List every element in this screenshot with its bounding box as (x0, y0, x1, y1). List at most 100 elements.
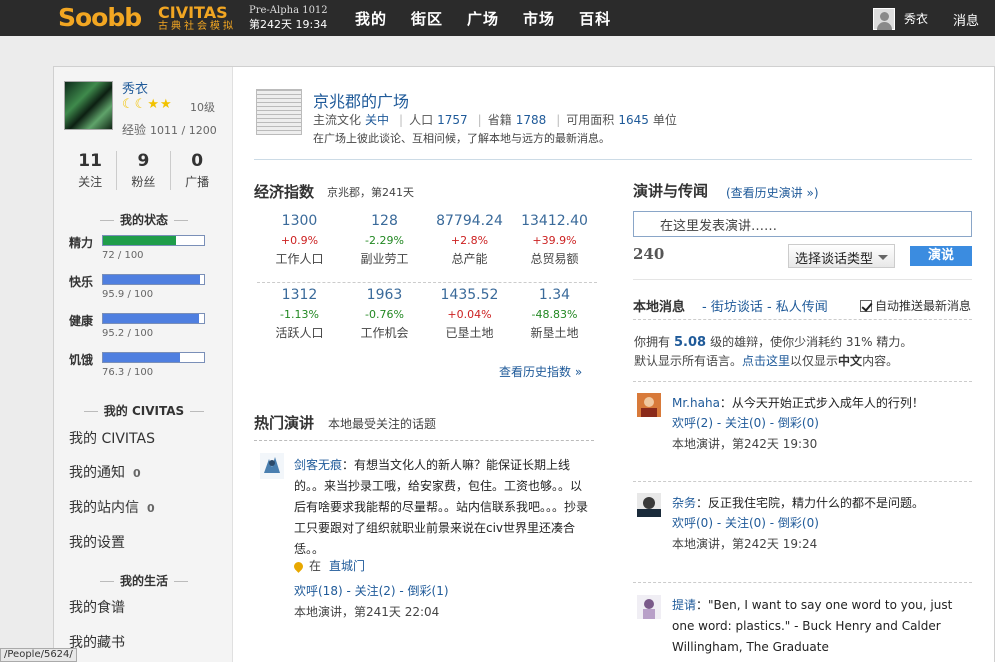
language-filter-link[interactable]: 点击这里 (742, 354, 790, 368)
speech-history-link[interactable]: (查看历史演讲 ») (726, 184, 819, 201)
menu-label: 我的站内信 (69, 500, 139, 516)
user-avatar[interactable] (637, 393, 661, 417)
culture-value[interactable]: 关中 (365, 113, 389, 127)
plaza-image (256, 89, 302, 135)
speech-meta: 本地演讲，第241天 22:04 (294, 605, 440, 619)
economy-title: 经济指数 (254, 183, 315, 201)
profile-level: 10级 (190, 101, 215, 114)
speech-type-select[interactable]: 选择谈话类型 (788, 244, 895, 268)
message-author[interactable]: 杂务 (672, 496, 696, 510)
message-author[interactable]: 提请 (672, 598, 696, 612)
eco-total-trade: 13412.40 +39.9% 总贸易额 (512, 213, 597, 267)
plaza-title: 京兆郡的广场 (313, 92, 410, 111)
civitas-section-title: 我的 CIVITAS (64, 402, 224, 419)
count-following[interactable]: 11 关注 (64, 151, 118, 190)
count-broadcasts[interactable]: 0 广播 (171, 151, 224, 190)
menu-books[interactable]: 我的藏书 (69, 632, 125, 652)
eloquence-info: 你拥有 5.08 级的雄辩，使你少消耗约 31% 精力。 (634, 333, 912, 350)
menu-settings[interactable]: 我的设置 (69, 532, 125, 552)
profile-exp: 经验 1011 / 1200 (122, 121, 217, 138)
list-item: Mr.haha：从今天开始正式步入成年人的行列！ 欢呼(2) - 关注(0) -… (637, 393, 972, 463)
nav-district[interactable]: 街区 (411, 8, 443, 29)
hot-speech-subtitle: 本地最受关注的话题 (328, 417, 437, 431)
stat-bar (102, 352, 205, 363)
speech-rumor-title: 演讲与传闻 (633, 182, 709, 200)
soobb-logo[interactable]: Soobb (58, 3, 142, 32)
checkbox-checked-icon[interactable] (860, 300, 872, 312)
local-news-tabs: - 街坊谈话 - 私人传闻 (702, 296, 828, 315)
message-body: ：从今天开始正式步入成年人的行列！ (719, 396, 924, 410)
nav-market[interactable]: 市场 (523, 8, 555, 29)
top-username[interactable]: 秀衣 (904, 10, 928, 27)
eco-number: 87794.24 (436, 213, 503, 229)
char-counter: 240 (633, 245, 665, 263)
autopush-toggle[interactable]: 自动推送最新消息 (860, 297, 971, 314)
civitas-logo[interactable]: CIVITAS 古典社会模拟 (158, 4, 236, 33)
location-pin-icon (292, 560, 305, 573)
lang-text: 默认显示所有语言。 (634, 354, 743, 368)
message-author[interactable]: Mr.haha (672, 396, 720, 410)
speech-input[interactable]: 在这里发表演讲…… (633, 211, 972, 237)
area-value[interactable]: 1645 (618, 113, 649, 127)
speech-actions[interactable]: 欢呼(18) - 关注(2) - 倒彩(1) (294, 582, 449, 599)
plaza-meta: 主流文化 关中 | 人口 1757 | 省籍 1788 | 可用面积 1645 单位 (313, 113, 677, 127)
registry-value[interactable]: 1788 (516, 113, 547, 127)
eco-name: 副业劳工 (360, 252, 409, 266)
user-avatar[interactable] (637, 595, 661, 619)
notification-count: 0 (133, 467, 141, 480)
count-number: 11 (78, 151, 102, 171)
eco-change: -2.29% (365, 234, 404, 247)
user-avatar-icon[interactable] (873, 8, 895, 30)
version-label: Pre-Alpha 1012 (249, 5, 328, 16)
lang-text: 内容。 (862, 354, 899, 368)
speaker-avatar[interactable] (260, 453, 284, 479)
count-followers[interactable]: 9 粉丝 (117, 151, 171, 190)
nav-plaza[interactable]: 广场 (467, 8, 499, 29)
messages-link[interactable]: 消息 (953, 10, 979, 29)
message-actions[interactable]: 欢呼(0) - 关注(0) - 倒彩(0) (672, 514, 819, 531)
list-item: 提请："Ben, I want to say one word to you, … (637, 595, 972, 662)
eco-change: +0.04% (447, 308, 492, 321)
tab-private-rumor[interactable]: - 私人传闻 (767, 300, 828, 315)
eco-cultivated-land: 1435.52 +0.04% 已垦土地 (427, 287, 512, 341)
divider (633, 279, 972, 280)
eco-change: +39.9% (532, 234, 577, 247)
population-value[interactable]: 1757 (437, 113, 468, 127)
eco-name: 总贸易额 (530, 252, 579, 266)
eco-change: -0.76% (365, 308, 404, 321)
plaza-description: 在广场上彼此谈论、互相问候，了解本地与远方的最新消息。 (313, 132, 610, 145)
eco-change: +0.9% (280, 234, 319, 247)
civitas-title: CIVITAS (158, 3, 228, 22)
profile-avatar[interactable] (64, 81, 113, 130)
count-number: 0 (191, 151, 204, 171)
stat-label: 精力 (69, 236, 94, 250)
sidebar: 秀衣 ☾ ☾ ★ ★ 10级 经验 1011 / 1200 11 关注 9 粉丝 … (54, 67, 233, 662)
menu-inbox[interactable]: 我的站内信 0 (69, 497, 155, 517)
menu-recipes[interactable]: 我的食谱 (69, 597, 125, 617)
history-index-link[interactable]: 查看历史指数 » (499, 363, 582, 380)
population-label: 人口 (409, 113, 434, 127)
eco-name: 工作人口 (275, 252, 324, 266)
menu-my-civitas[interactable]: 我的 CIVITAS (69, 428, 155, 448)
profile-name[interactable]: 秀衣 (122, 78, 148, 97)
eco-name: 新垦土地 (530, 326, 579, 340)
eco-active-population: 1312 -1.13% 活跃人口 (257, 287, 342, 341)
nav-wiki[interactable]: 百科 (579, 8, 611, 29)
count-label: 广播 (185, 175, 210, 189)
registry-label: 省籍 (487, 113, 512, 127)
elo-text: 你拥有 (634, 335, 671, 349)
nav-mine[interactable]: 我的 (355, 8, 387, 29)
user-avatar[interactable] (637, 493, 661, 517)
location-link[interactable]: 直城门 (329, 559, 365, 573)
culture-label: 主流文化 (313, 113, 362, 127)
speaker-name[interactable]: 剑客无痕 (294, 458, 342, 472)
menu-notifications[interactable]: 我的通知 0 (69, 462, 141, 482)
speech-location: 在直城门 (292, 557, 365, 574)
main-nav: 我的 街区 广场 市场 百科 (355, 8, 611, 29)
tab-neighbor-talk[interactable]: - 街坊谈话 (702, 300, 763, 315)
message-actions[interactable]: 欢呼(2) - 关注(0) - 倒彩(0) (672, 414, 819, 431)
eco-number: 1.34 (538, 287, 571, 303)
hot-speech-title: 热门演讲 (254, 414, 315, 432)
speak-button[interactable]: 演说 (910, 246, 972, 266)
stat-value: 72 / 100 (102, 250, 144, 261)
